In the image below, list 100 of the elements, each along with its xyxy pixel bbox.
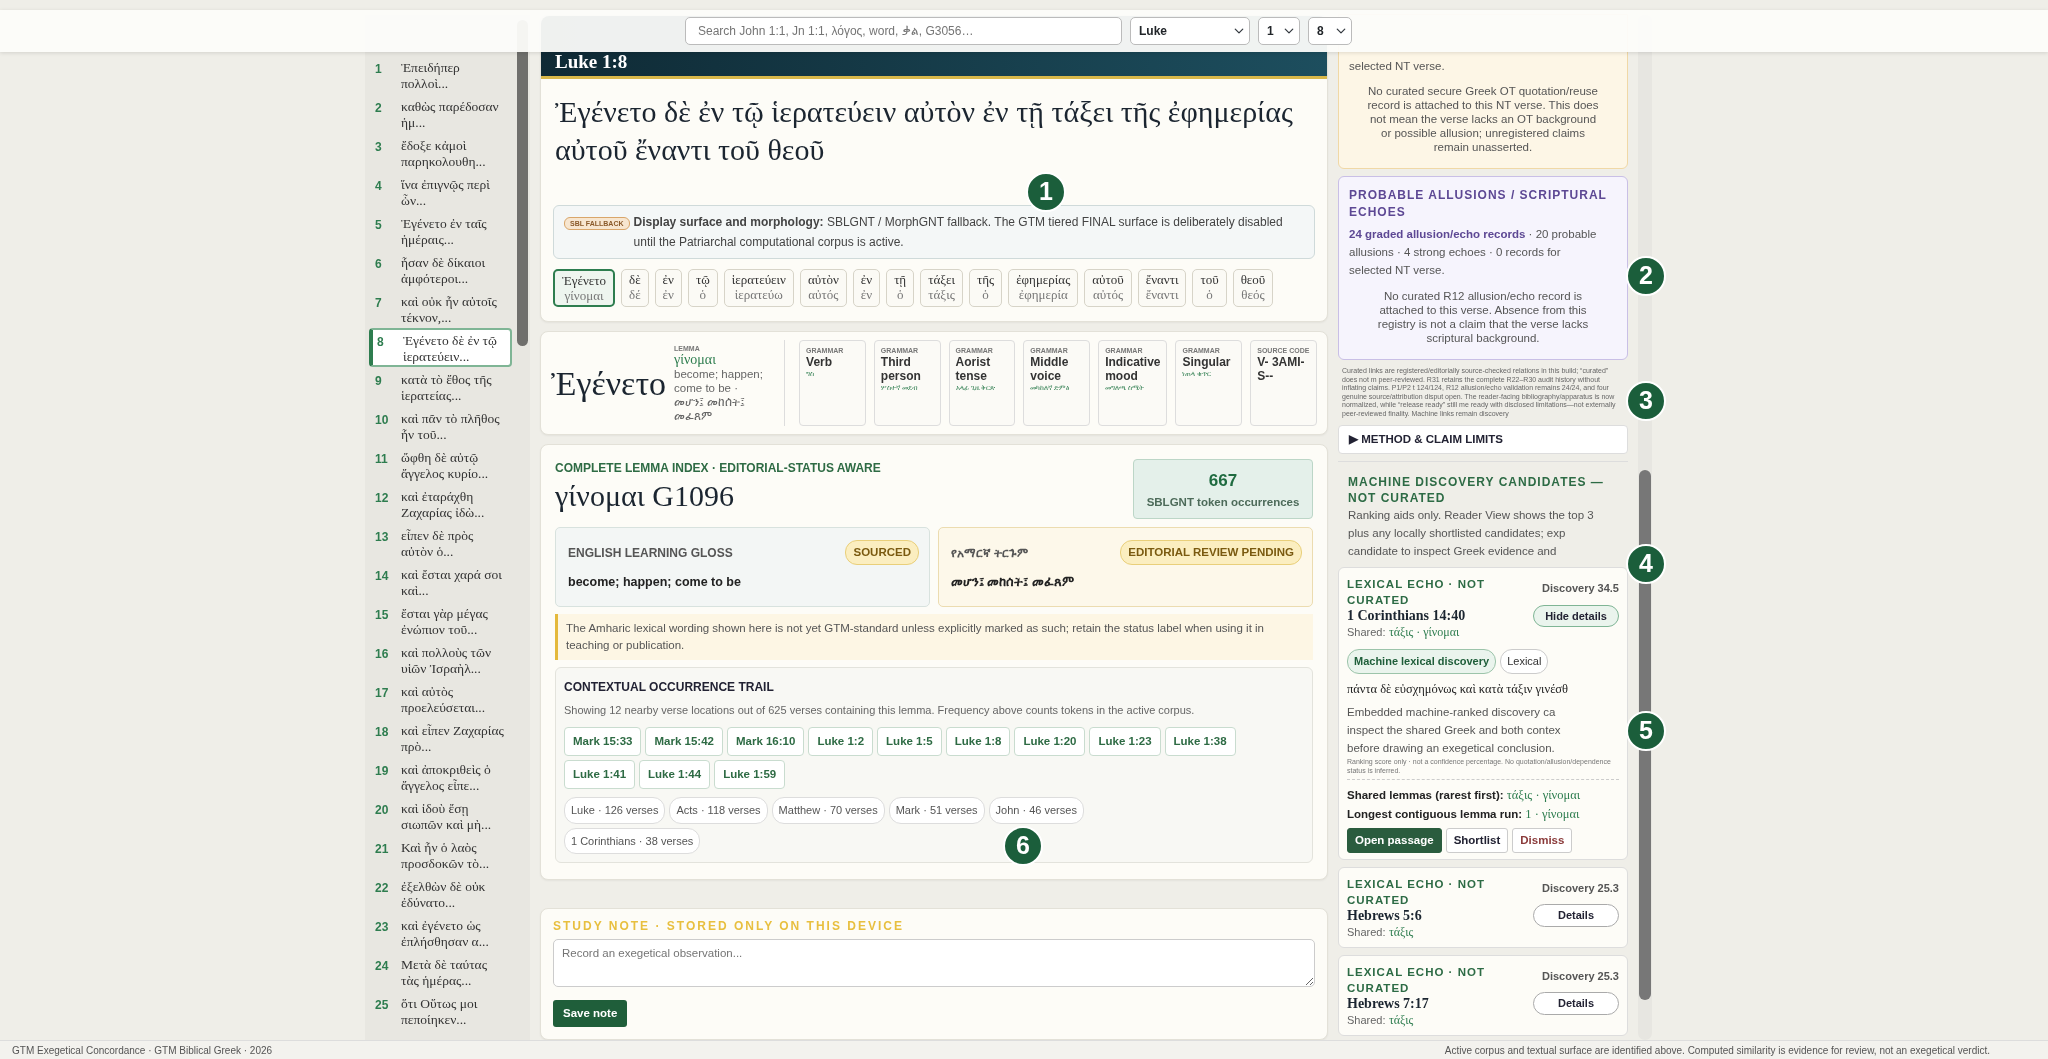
verse-text: ἔδοξε κἀμοὶ παρηκολουθη... <box>401 138 487 167</box>
verse-item[interactable]: 2 καθὼς παρέδοσαν ἡμ... <box>369 94 512 133</box>
verse-number: 15 <box>375 607 390 624</box>
method-toggle[interactable]: ▶ METHOD & CLAIM LIMITS <box>1338 425 1628 455</box>
callout-marker: 5 <box>1626 711 1666 751</box>
gloss-label: ENGLISH LEARNING GLOSS <box>568 544 733 562</box>
book-count-pill: Luke · 126 verses <box>564 797 666 824</box>
search-field[interactable]: Search John 1:1, Jn 1:1, λόγος, word, ቃል, G3056… <box>685 17 1122 45</box>
verse-link[interactable]: Luke 1:20 <box>1014 726 1086 756</box>
word-chip[interactable]: τῇ ὁ <box>886 269 915 307</box>
shared-label: Shared: <box>1347 1013 1386 1026</box>
verse-item[interactable]: 7 καὶ οὐκ ἦν αὐτοῖς τέκνον,... <box>369 289 512 328</box>
verse-number: 23 <box>375 919 390 936</box>
verse-link[interactable]: Luke 1:41 <box>564 759 636 789</box>
verse-link[interactable]: Luke 1:59 <box>714 759 786 789</box>
trail-summary: Showing 12 nearby verse locations out of 625 verses containing this lemma. Frequency above counts tokens in the active corpus. <box>564 703 1196 718</box>
greek-verse-text: Ἐγένετο δὲ ἐν τῷ ἱερατεύειν αὐτὸν ἐν τῇ τάξει τῆς ἐφημερίας αὐτοῦ ἔναντι τοῦ θεοῦ <box>555 94 1294 168</box>
word-chip[interactable]: τῷ ὁ <box>687 269 718 307</box>
word-chip[interactable]: ἐν ἐν <box>852 269 881 307</box>
word-chip[interactable]: τάξει τάξις <box>920 269 963 307</box>
word-chip[interactable]: θεοῦ θεός <box>1232 269 1274 307</box>
verse-number: 2 <box>375 100 383 117</box>
verse-item[interactable]: 14 καὶ ἔσται χαρά σοι καὶ... <box>369 562 512 601</box>
allusion-title: PROBABLE ALLUSIONS / SCRIPTURAL ECHOES <box>1349 187 1608 221</box>
count-label: SBLGNT token occurrences <box>1145 494 1301 510</box>
verse-link[interactable]: Luke 1:38 <box>1164 726 1236 756</box>
verse-number: 17 <box>375 685 390 702</box>
verse-item[interactable]: 24 Μετὰ δὲ ταύτας τὰς ἡμέρας... <box>369 952 512 991</box>
details-toggle[interactable]: Details <box>1533 904 1619 927</box>
verse-link[interactable]: Luke 1:5 <box>877 726 942 756</box>
verse-text: καὶ ἐγένετο ὡς ἐπλήσθησαν α... <box>401 918 490 947</box>
candidate-reference: Hebrews 5:6 <box>1347 907 1423 923</box>
verse-select[interactable]: 8 <box>1308 17 1352 45</box>
verse-item[interactable]: 10 καὶ πᾶν τὸ πλῆθος ἦν τοῦ... <box>369 406 512 445</box>
verse-item[interactable]: 20 καὶ ἰδοὺ ἔσῃ σιωπῶν καὶ μὴ... <box>369 796 512 835</box>
note-field[interactable]: Record an exegetical observation... <box>553 939 1315 987</box>
verse-item[interactable]: 12 καὶ ἐταράχθη Ζαχαρίας ἰδὼ... <box>369 484 512 523</box>
verse-item[interactable]: 22 ἐξελθὼν δὲ οὐκ ἐδύνατο... <box>369 874 512 913</box>
verse-item[interactable]: 1 Ἐπειδήπερ πολλοὶ... <box>369 55 512 94</box>
verse-number: 24 <box>375 958 390 975</box>
verse-text: καὶ ἔσται χαρά σοι καὶ... <box>401 567 503 596</box>
verse-item[interactable]: 8 Ἐγένετο δὲ ἐν τῷ ἱερατεύειν... <box>369 328 512 367</box>
verse-item[interactable]: 4 ἵνα ἐπιγνῷς περὶ ὧν... <box>369 172 512 211</box>
verse-text: Καὶ ἦν ὁ λαὸς προσδοκῶν τὸ... <box>401 840 491 869</box>
verse-link[interactable]: Mark 15:33 <box>564 726 642 756</box>
verse-link[interactable]: Luke 1:2 <box>808 726 874 756</box>
word-chip[interactable]: Ἐγένετο γίνομαι <box>553 269 615 307</box>
book-select[interactable]: Luke <box>1130 17 1250 45</box>
verse-item[interactable]: 23 καὶ ἐγένετο ὡς ἐπλήσθησαν α... <box>369 913 512 952</box>
word-chip[interactable]: τοῦ ὁ <box>1192 269 1227 307</box>
verse-item[interactable]: 19 καὶ ἀποκριθεὶς ὁ ἄγγελος εἶπε... <box>369 757 512 796</box>
verse-item[interactable]: 5 Ἐγένετο ἐν ταῖς ἡμέραις... <box>369 211 512 250</box>
verse-item[interactable]: 25 ὅτι Οὕτως μοι πεποίηκεν... <box>369 991 512 1030</box>
open-passage-button[interactable]: Open passage <box>1347 827 1442 853</box>
verse-text: ὅτι Οὕτως μοι πεποίηκεν... <box>401 996 479 1025</box>
verse-number: 4 <box>375 178 383 195</box>
save-note-button[interactable]: Save note <box>553 1000 628 1028</box>
verse-item[interactable]: 3 ἔδοξε κἀμοὶ παρηκολουθη... <box>369 133 512 172</box>
verse-item[interactable]: 17 καὶ αὐτὸς προελεύσεται... <box>369 679 512 718</box>
verse-text: ὤφθη δὲ αὐτῷ ἄγγελος κυρίο... <box>401 450 490 479</box>
verse-number: 21 <box>375 841 390 858</box>
verse-link[interactable]: Mark 16:10 <box>726 726 805 756</box>
word-chip[interactable]: τῆς ὁ <box>968 269 1003 307</box>
verse-item[interactable]: 13 εἶπεν δὲ πρὸς αὐτὸν ὁ... <box>369 523 512 562</box>
candidate-reference: 1 Corinthians 14:40 <box>1347 608 1467 624</box>
word-chip[interactable]: ἔναντι ἔναντι <box>1137 269 1187 307</box>
discovery-score: Discovery 25.3 <box>1541 968 1619 984</box>
verse-item[interactable]: 11 ὤφθη δὲ αὐτῷ ἄγγελος κυρίο... <box>369 445 512 484</box>
verse-number: 1 <box>375 61 383 78</box>
candidate-greek: πάντα δὲ εὐσχημόνως καὶ κατὰ τάξιν γινέσθ <box>1347 680 1570 698</box>
details-toggle[interactable]: Hide details <box>1533 604 1619 628</box>
verse-number: 19 <box>375 763 390 780</box>
panel-text: selected NT verse. <box>1349 59 1446 74</box>
discovery-intro: Ranking aids only. Reader View shows the top 3 plus any locally shortlisted candidates; exp candidate to inspect Greek evidence and <box>1348 508 1595 560</box>
word-chip[interactable]: αὐτὸν αὐτός <box>799 269 847 307</box>
verse-item[interactable]: 16 καὶ πολλοὺς τῶν υἱῶν Ἰσραὴλ... <box>369 640 512 679</box>
footer-note: Active corpus and textual surface are identified above. Computed similarity is evidence for review, not an exegetical verdict. <box>1444 1044 1990 1058</box>
details-toggle[interactable]: Details <box>1533 992 1619 1015</box>
shortlist-button[interactable]: Shortlist <box>1445 827 1509 853</box>
book-count-pill: Acts · 118 verses <box>669 797 768 824</box>
verse-link[interactable]: Mark 15:42 <box>645 726 723 756</box>
verse-item[interactable]: 9 κατὰ τὸ ἔθος τῆς ἱερατείας... <box>369 367 512 406</box>
chapter-select[interactable]: 1 <box>1258 17 1300 45</box>
verse-item[interactable]: 6 ἦσαν δὲ δίκαιοι ἀμφότεροι... <box>369 250 512 289</box>
word-chip[interactable]: ἐφημερίας ἐφημερία <box>1008 269 1079 307</box>
word-chip[interactable]: ἱερατεύειν ἱερατεύω <box>723 269 794 307</box>
word-chip[interactable]: ἐν ἐν <box>654 269 682 307</box>
verse-link[interactable]: Luke 1:44 <box>639 759 711 789</box>
grammar-value: Indicative mood <box>1105 355 1161 383</box>
lemma-heading: γίνομαι G1096 <box>555 478 735 514</box>
verse-item[interactable]: 18 καὶ εἶπεν Ζαχαρίας πρὸ... <box>369 718 512 757</box>
dismiss-button[interactable]: Dismiss <box>1512 827 1573 853</box>
verse-text: ἵνα ἐπιγνῷς περὶ ὧν... <box>401 177 491 206</box>
word-chip[interactable]: δὲ δέ <box>621 269 649 307</box>
verse-link[interactable]: Luke 1:8 <box>945 726 1011 756</box>
row-label: Shared lemmas (rarest first): <box>1347 788 1504 801</box>
verse-item[interactable]: 21 Καὶ ἦν ὁ λαὸς προσδοκῶν τὸ... <box>369 835 512 874</box>
verse-item[interactable]: 15 ἔσται γὰρ μέγας ἐνώπιον τοῦ... <box>369 601 512 640</box>
word-chip[interactable]: αὐτοῦ αὐτός <box>1084 269 1132 307</box>
verse-link[interactable]: Luke 1:23 <box>1089 726 1161 756</box>
